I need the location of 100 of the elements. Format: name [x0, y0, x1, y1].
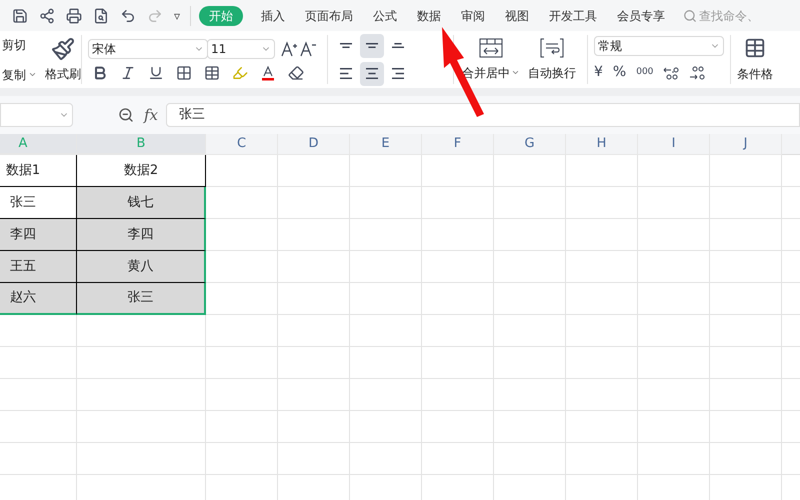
table-cell[interactable]: 王五	[0, 251, 77, 283]
table-cell[interactable]	[566, 187, 638, 219]
table-cell[interactable]	[0, 347, 77, 379]
eraser-icon[interactable]	[288, 64, 304, 80]
table-cell[interactable]	[206, 315, 278, 347]
number-format-field[interactable]: 常规	[594, 36, 724, 56]
table-cell[interactable]	[638, 379, 710, 411]
table-cell[interactable]	[278, 251, 350, 283]
format-painter-button[interactable]: 格式刷	[45, 36, 81, 82]
name-box[interactable]	[0, 103, 73, 127]
ribbon-tab[interactable]: 审阅	[451, 6, 496, 26]
table-cell[interactable]	[0, 315, 77, 347]
table-cell[interactable]	[77, 379, 206, 411]
save-icon[interactable]	[12, 8, 28, 24]
table-cell[interactable]	[422, 251, 494, 283]
font-size-field[interactable]: 11	[207, 38, 275, 58]
table-cell[interactable]	[710, 187, 782, 219]
table-cell[interactable]: 数据1	[0, 155, 77, 187]
table-cell[interactable]	[350, 411, 422, 443]
table-cell[interactable]	[638, 347, 710, 379]
table-cell[interactable]	[350, 379, 422, 411]
table-cell[interactable]	[0, 443, 77, 475]
table-cell[interactable]	[350, 283, 422, 315]
ribbon-tab[interactable]: 开发工具	[539, 6, 608, 26]
table-cell[interactable]	[494, 187, 566, 219]
table-cell[interactable]	[278, 283, 350, 315]
increase-decimal-icon[interactable]	[663, 64, 680, 80]
table-cell[interactable]	[350, 251, 422, 283]
table-cell[interactable]	[0, 411, 77, 443]
column-header[interactable]: H	[566, 134, 638, 155]
ribbon-tab[interactable]: 视图	[495, 6, 540, 26]
table-cell[interactable]	[638, 187, 710, 219]
function-button[interactable]: fx	[144, 104, 158, 126]
fill-color-icon[interactable]	[232, 64, 248, 80]
table-cell[interactable]	[566, 219, 638, 251]
table-cell[interactable]	[638, 155, 710, 187]
table-cell[interactable]	[710, 155, 782, 187]
font-color-icon[interactable]	[260, 64, 276, 80]
table-cell[interactable]	[566, 155, 638, 187]
table-cell[interactable]	[422, 443, 494, 475]
bold-icon[interactable]	[92, 64, 108, 80]
table-cell[interactable]: 李四	[0, 219, 77, 251]
table-cell[interactable]	[494, 283, 566, 315]
table-cell[interactable]	[206, 379, 278, 411]
table-cell[interactable]	[638, 251, 710, 283]
table-cell[interactable]	[350, 187, 422, 219]
table-cell[interactable]	[710, 411, 782, 443]
table-cell[interactable]	[638, 283, 710, 315]
column-header[interactable]: C	[206, 134, 278, 155]
table-cell[interactable]	[422, 347, 494, 379]
table-cell[interactable]	[422, 283, 494, 315]
table-cell[interactable]	[422, 219, 494, 251]
borders-icon[interactable]	[176, 64, 192, 80]
table-cell[interactable]	[206, 187, 278, 219]
table-cell[interactable]	[278, 187, 350, 219]
table-cell[interactable]	[638, 219, 710, 251]
table-cell[interactable]	[278, 443, 350, 475]
ribbon-tab[interactable]: 页面布局	[295, 6, 364, 26]
table-cell[interactable]	[566, 283, 638, 315]
column-header[interactable]: D	[278, 134, 350, 155]
formula-field[interactable]: 张三	[166, 103, 800, 127]
table-cell[interactable]	[278, 219, 350, 251]
merge-cells-icon[interactable]	[479, 38, 503, 58]
table-cell[interactable]	[566, 379, 638, 411]
table-cell[interactable]	[206, 155, 278, 187]
table-cell[interactable]	[566, 347, 638, 379]
cut-button[interactable]: 剪切	[2, 36, 37, 54]
table-cell[interactable]	[638, 443, 710, 475]
print-icon[interactable]	[66, 8, 82, 24]
undo-icon[interactable]	[120, 8, 136, 24]
table-cell[interactable]	[566, 315, 638, 347]
table-cell[interactable]: 张三	[0, 187, 77, 219]
table-cell[interactable]	[77, 347, 206, 379]
table-cell[interactable]	[350, 315, 422, 347]
caret-icon[interactable]	[28, 70, 37, 79]
table-cell[interactable]	[566, 251, 638, 283]
table-cell[interactable]	[494, 411, 566, 443]
table-cell[interactable]	[206, 251, 278, 283]
table-cell[interactable]	[494, 379, 566, 411]
table-cell[interactable]	[278, 155, 350, 187]
table-cell[interactable]	[494, 251, 566, 283]
table-cell[interactable]	[422, 411, 494, 443]
table-cell[interactable]	[0, 379, 77, 411]
table-cell[interactable]	[638, 315, 710, 347]
table-cell[interactable]	[350, 347, 422, 379]
more-button[interactable]: ▿	[174, 6, 180, 24]
table-cell[interactable]	[422, 155, 494, 187]
table-cell[interactable]	[206, 347, 278, 379]
column-header[interactable]: F	[422, 134, 494, 155]
table-cell[interactable]	[278, 315, 350, 347]
table-cell[interactable]	[77, 443, 206, 475]
table-cell[interactable]	[710, 379, 782, 411]
column-header[interactable]: J	[710, 134, 782, 155]
italic-icon[interactable]	[120, 64, 136, 80]
table-cell[interactable]	[278, 411, 350, 443]
align-button[interactable]	[360, 62, 384, 86]
column-header[interactable]: G	[494, 134, 566, 155]
table-cell[interactable]: 张三	[77, 283, 206, 315]
table-cell[interactable]	[710, 219, 782, 251]
table-cell[interactable]	[422, 379, 494, 411]
